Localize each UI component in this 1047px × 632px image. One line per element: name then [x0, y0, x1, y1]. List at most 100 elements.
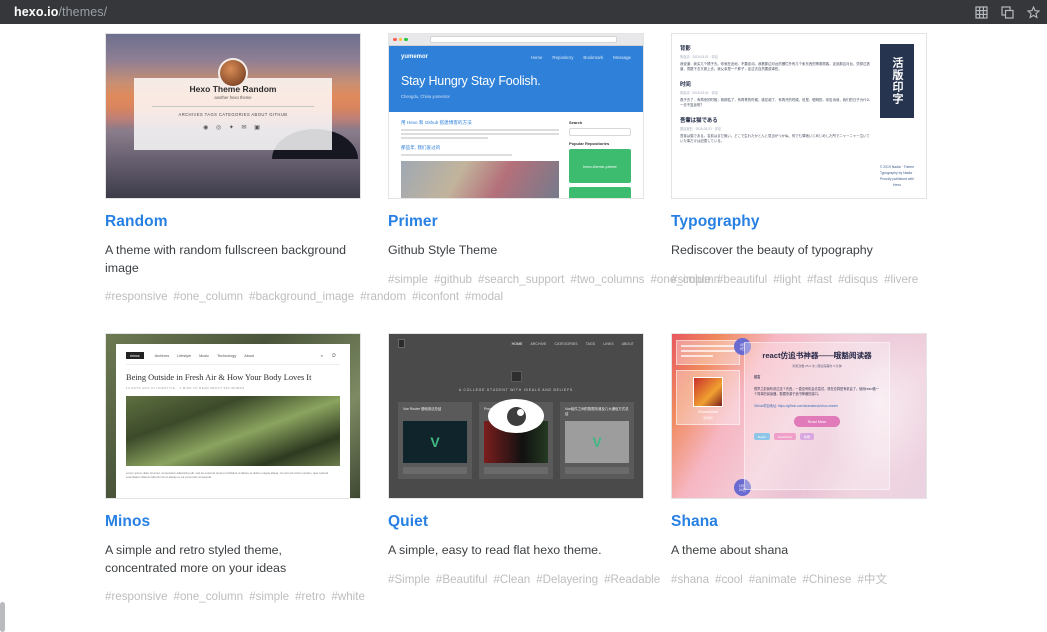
thumb-photo	[401, 161, 559, 198]
theme-tag[interactable]: #beautiful	[717, 273, 767, 286]
theme-description: A theme with random fullscreen backgroun…	[105, 243, 347, 275]
thumb-repo-label: Popular Repositories	[569, 141, 610, 146]
theme-tag[interactable]: #animate	[749, 573, 797, 586]
thumb-nav-item: ABOUT	[621, 341, 634, 346]
thumb-post-image: V	[565, 421, 629, 463]
theme-thumbnail-random[interactable]: Hexo Theme Random another hexo theme ARC…	[105, 33, 361, 199]
theme-tag[interactable]: #responsive	[105, 590, 168, 603]
address-bar[interactable]: hexo.io/themes/	[14, 5, 107, 19]
theme-title-link[interactable]: Minos	[105, 513, 361, 531]
theme-tag[interactable]: #livere	[884, 273, 918, 286]
traffic-light-dots	[393, 37, 408, 42]
theme-title-link[interactable]: Typography	[671, 213, 927, 231]
theme-title-link[interactable]: Primer	[388, 213, 644, 231]
thumb-nav-item: About	[244, 353, 255, 358]
theme-tag[interactable]: #one_column	[174, 590, 244, 603]
theme-tags: #simple #beautiful #light #fast #disqus #live…	[671, 272, 919, 287]
theme-tag[interactable]: #Readable	[604, 573, 660, 586]
thumb-hero: yumemor Home Repository Bookmark Message…	[389, 46, 643, 112]
themes-row: Hexo Theme Random another hexo theme ARC…	[105, 33, 951, 304]
theme-tag[interactable]: #github	[434, 273, 472, 286]
theme-card-primer[interactable]: yumemor Home Repository Bookmark Message…	[388, 33, 720, 304]
theme-tag[interactable]: #light	[773, 273, 801, 286]
themes-grid: Hexo Theme Random another hexo theme ARC…	[105, 33, 951, 632]
theme-card-typography[interactable]: 背影 朱自清 · 2019-03-01 · 评论 我说道：我买几个橘子去。你就在…	[671, 33, 927, 304]
text-line	[401, 129, 559, 131]
eye-icon	[488, 399, 544, 433]
read-more-button: Read More	[794, 416, 840, 427]
theme-tag[interactable]: #one_column	[174, 290, 244, 303]
thumb-hero-meta: Chengdu, China yumemor	[401, 94, 450, 99]
thumb-nav-item: ARCHIVE	[530, 341, 547, 346]
theme-tag[interactable]: #Clean	[493, 573, 530, 586]
thumb-repo-card: hexo-theme-primer	[569, 149, 631, 183]
thumb-nav-item: Repository	[552, 54, 574, 60]
theme-tag[interactable]: #simple	[671, 273, 711, 286]
thumb-stamp-text: 活版印字	[891, 57, 904, 105]
theme-thumbnail-primer[interactable]: yumemor Home Repository Bookmark Message…	[388, 33, 644, 199]
thumb-post-title: 用 Hexo 和 Github 搭建博客的方法	[401, 120, 472, 125]
theme-tag[interactable]: #search_support	[478, 273, 564, 286]
theme-tag[interactable]: #retro	[295, 590, 325, 603]
thumb-hero-logo	[510, 371, 522, 382]
thumb-post-card: Vue Router 基础用法总结 V	[398, 402, 472, 479]
thumb-post-footer	[565, 467, 629, 474]
thumb-profile-name: ShanaMaid	[697, 409, 719, 414]
thumb-nav: minos Archives Lifestyle Music Technolog…	[126, 352, 340, 365]
theme-thumbnail-typography[interactable]: 背影 朱自清 · 2019-03-01 · 评论 我说道：我买几个橘子去。你就在…	[671, 33, 927, 199]
theme-thumbnail-minos[interactable]: minos Archives Lifestyle Music Technolog…	[105, 333, 361, 499]
theme-thumbnail-shana[interactable]: ShanaMaid 晒域网 4月 9日 1月 24日 react仿追书神器——哦豁阅…	[671, 333, 927, 499]
browser-toolbar: hexo.io/themes/	[0, 0, 1047, 24]
thumb-nav-item: Bookmark	[583, 54, 604, 60]
thumb-post-image: V	[403, 421, 467, 463]
thumb-article: react仿追书神器——哦豁阅读器 浏览次数 25,6 次 | 阅读完需约 9 …	[744, 342, 890, 490]
theme-tag[interactable]: #responsive	[105, 290, 168, 303]
theme-description: Rediscover the beauty of typography	[671, 243, 873, 257]
theme-card-shana[interactable]: ShanaMaid 晒域网 4月 9日 1月 24日 react仿追书神器——哦豁阅…	[671, 333, 927, 604]
theme-thumbnail-quiet[interactable]: HOME ARCHIVE CATEGORIES TAGS LINKS ABOUT…	[388, 333, 644, 499]
theme-tag[interactable]: #fast	[807, 273, 832, 286]
theme-tag[interactable]: #simple	[249, 590, 289, 603]
theme-tag[interactable]: #white	[331, 590, 365, 603]
thumb-section-body: 吾輩は猫である。名前はまだ無い。どこで生れたかとんと見当がつかぬ。何でも薄暗いじ…	[680, 133, 870, 144]
theme-card-random[interactable]: Hexo Theme Random another hexo theme ARC…	[105, 33, 503, 304]
theme-tag[interactable]: #Beautiful	[436, 573, 488, 586]
theme-tag[interactable]: #Simple	[388, 573, 430, 586]
thumb-nav-item: LINKS	[603, 341, 614, 346]
theme-title-link[interactable]: Quiet	[388, 513, 644, 531]
bookmark-star-icon[interactable]	[1026, 5, 1041, 20]
theme-tag[interactable]: #simple	[388, 273, 428, 286]
thumb-sidebar: ShanaMaid 晒域网	[676, 340, 740, 430]
theme-tag[interactable]: #cool	[715, 573, 743, 586]
thumb-nav-item: Technology	[217, 353, 237, 358]
theme-title-link[interactable]: Random	[105, 213, 361, 231]
theme-tag[interactable]: #disqus	[838, 273, 878, 286]
scrollbar-thumb[interactable]	[0, 602, 5, 632]
avatar	[693, 377, 723, 407]
page-scrollbar[interactable]	[0, 24, 5, 632]
thumb-photo	[126, 396, 340, 466]
thumb-post-heading: Being Outside in Fresh Air & How Your Bo…	[126, 373, 312, 382]
copy-window-icon[interactable]	[1000, 5, 1015, 20]
theme-tag[interactable]: #中文	[857, 573, 887, 586]
thumb-nav: HOME ARCHIVE CATEGORIES TAGS LINKS ABOUT	[389, 334, 643, 353]
theme-tag[interactable]: #two_columns	[570, 273, 644, 286]
thumb-post-meta: 16 DAYS AGO IN LIFESTYLE · 4 MINS TO REA…	[126, 386, 245, 390]
theme-tag[interactable]: #background_image	[249, 290, 354, 303]
theme-title-link[interactable]: Shana	[671, 513, 927, 531]
thumb-hero-nav: yumemor Home Repository Bookmark Message	[401, 54, 631, 60]
theme-card-minos[interactable]: minos Archives Lifestyle Music Technolog…	[105, 333, 365, 604]
divider	[152, 106, 314, 107]
extension-grid-icon[interactable]	[974, 5, 989, 20]
theme-card-quiet[interactable]: HOME ARCHIVE CATEGORIES TAGS LINKS ABOUT…	[388, 333, 660, 604]
theme-tag[interactable]: #shana	[671, 573, 709, 586]
theme-tag[interactable]: #Delayering	[536, 573, 598, 586]
theme-tag[interactable]: #Chinese	[802, 573, 851, 586]
thumb-body-text: Lorem ipsum dolor sit amet, consectetur …	[126, 471, 329, 480]
url-path: /themes/	[58, 5, 108, 19]
thumb-article-column: 背影 朱自清 · 2019-03-01 · 评论 我说道：我买几个橘子去。你就在…	[680, 44, 870, 188]
vue-logo-icon: V	[592, 434, 602, 450]
thumb-chip: React	[754, 433, 770, 440]
theme-description: Github Style Theme	[388, 243, 498, 257]
browser-toolbar-icons	[974, 5, 1041, 20]
